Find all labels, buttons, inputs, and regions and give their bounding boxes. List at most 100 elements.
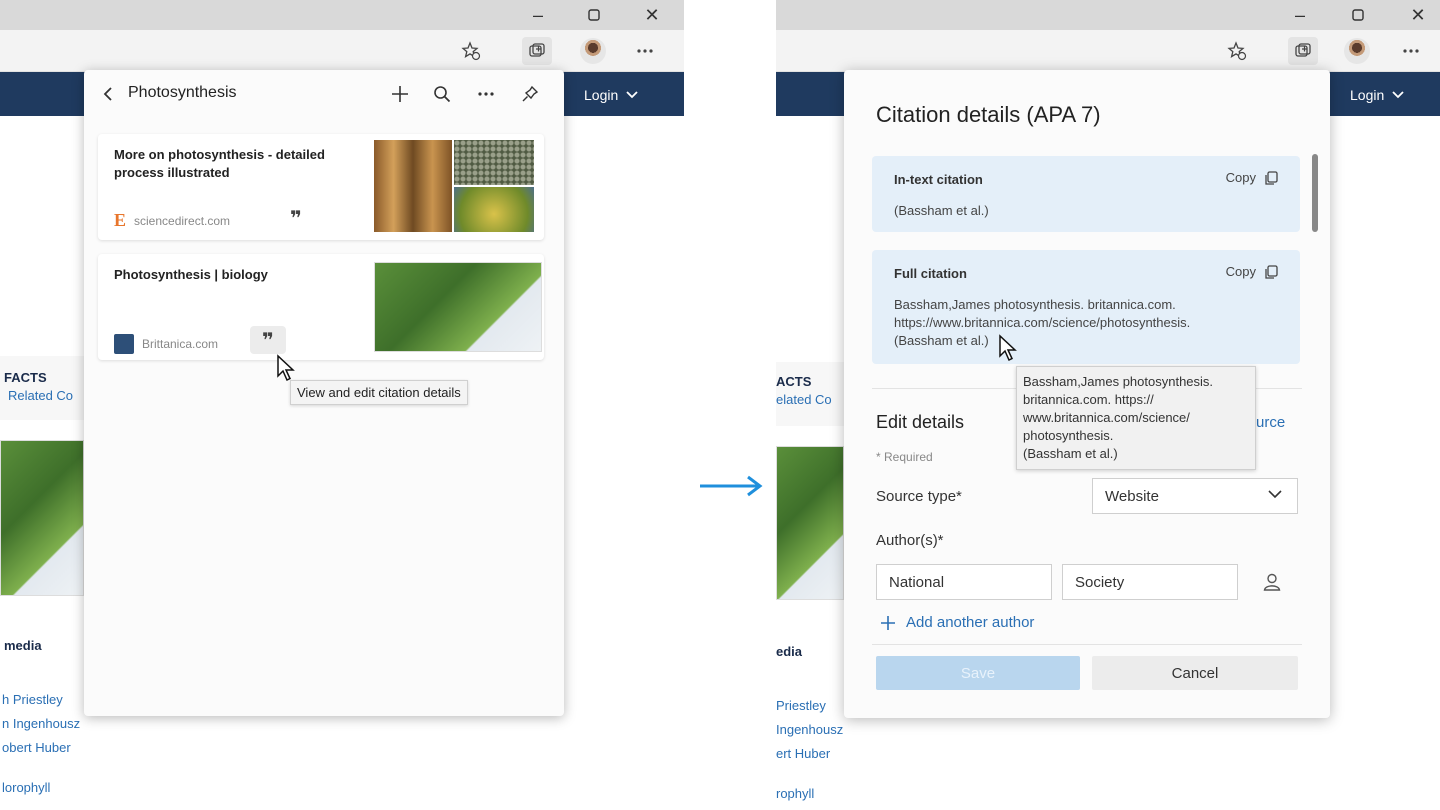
close-icon[interactable]: ✕ — [1390, 0, 1440, 30]
related-link-2[interactable]: Ingenhousz — [776, 722, 843, 737]
profile-avatar[interactable] — [580, 38, 606, 64]
sciencedirect-logo-icon: E — [114, 210, 127, 230]
add-icon[interactable] — [388, 82, 412, 106]
full-citation-tooltip: Bassham,James photosynthesis. britannica… — [1016, 366, 1256, 470]
back-chevron-icon[interactable] — [96, 82, 120, 106]
related-link-1[interactable]: Priestley — [776, 698, 826, 713]
cancel-button[interactable]: Cancel — [1092, 656, 1298, 690]
collection-item[interactable]: More on photosynthesis - detailed proces… — [98, 134, 544, 240]
maximize-icon[interactable] — [1330, 0, 1386, 30]
item-thumbnail-image — [374, 262, 542, 352]
related-link-4[interactable]: rophyll — [776, 786, 814, 801]
item-source: E sciencedirect.com — [114, 210, 230, 231]
related-content-link[interactable]: Related Co — [8, 388, 73, 403]
copy-icon — [1265, 264, 1278, 279]
related-content-link[interactable]: elated Co — [776, 392, 832, 407]
tooltip-line: (Bassham et al.) — [1023, 446, 1118, 461]
in-text-citation-box: In-text citation Copy (Bassham et al.) — [872, 156, 1300, 232]
flow-arrow-icon — [700, 475, 763, 497]
plus-icon — [881, 615, 895, 630]
browser-toolbar — [776, 30, 1440, 72]
in-text-citation-label: In-text citation — [894, 172, 983, 187]
copy-in-text-button[interactable]: Copy — [1226, 170, 1278, 185]
login-button[interactable]: Login — [584, 82, 638, 108]
minimize-icon[interactable]: – — [1272, 0, 1328, 30]
facts-heading: ACTS — [776, 374, 812, 389]
more-options-icon[interactable] — [474, 82, 498, 106]
item-source-label: sciencedirect.com — [134, 213, 231, 228]
source-type-value: Website — [1105, 487, 1159, 505]
login-button[interactable]: Login — [1350, 82, 1404, 108]
title-bar: – ✕ — [0, 0, 684, 30]
thumbnail-texture-image — [454, 140, 534, 185]
add-another-author-button[interactable]: Add another author — [880, 614, 1034, 631]
maximize-icon[interactable] — [566, 0, 622, 30]
media-heading: edia — [776, 644, 803, 659]
quote-icon[interactable]: ❞ — [250, 326, 286, 354]
save-button[interactable]: Save — [876, 656, 1080, 690]
facts-heading: FACTS — [4, 370, 47, 385]
copy-full-citation-button[interactable]: Copy — [1226, 264, 1278, 279]
mouse-cursor-icon — [277, 354, 295, 382]
item-source: Brittanica.com — [114, 334, 218, 354]
source-link[interactable]: urce — [1256, 414, 1285, 431]
item-title: Photosynthesis | biology — [114, 267, 268, 282]
full-citation-line: (Bassham et al.) — [894, 333, 989, 348]
item-title: More on photosynthesis - detailed proces… — [114, 147, 325, 180]
thumbnail-leaf-image — [454, 187, 534, 232]
favorites-star-icon[interactable] — [456, 37, 486, 65]
citation-title: Citation details (APA 7) — [876, 102, 1101, 127]
collections-icon[interactable] — [1288, 37, 1318, 65]
chevron-down-icon — [1392, 91, 1404, 99]
collection-item[interactable]: Photosynthesis | biology Brittanica.com … — [98, 254, 544, 360]
full-citation-label: Full citation — [894, 266, 967, 281]
source-type-select[interactable]: Website — [1092, 478, 1298, 514]
full-citation-box: Full citation Copy Bassham,James photosy… — [872, 250, 1300, 364]
item-source-label: Brittanica.com — [142, 337, 219, 351]
authors-label: Author(s)* — [876, 532, 944, 549]
title-bar: – ✕ — [776, 0, 1440, 30]
related-link-1[interactable]: h Priestley — [2, 692, 63, 707]
login-label: Login — [1350, 87, 1385, 103]
author-last-name-input[interactable] — [1062, 564, 1238, 600]
copy-label: Copy — [1225, 264, 1256, 279]
in-text-citation-text: (Bassham et al.) — [894, 203, 989, 218]
person-icon[interactable] — [1262, 572, 1282, 592]
source-type-label: Source type* — [876, 488, 962, 505]
mouse-cursor-icon — [999, 334, 1017, 362]
close-icon[interactable]: ✕ — [624, 0, 680, 30]
tooltip-line: Bassham,James photosynthesis. — [1023, 374, 1214, 389]
related-link-2[interactable]: n Ingenhousz — [2, 716, 80, 731]
media-heading: media — [4, 638, 42, 653]
thumbnail-cells-image — [374, 140, 452, 232]
minimize-icon[interactable]: – — [510, 0, 566, 30]
section-divider — [872, 644, 1302, 645]
related-link-4[interactable]: lorophyll — [2, 780, 50, 795]
collections-icon[interactable] — [522, 37, 552, 65]
full-citation-text: Bassham,James photosynthesis. britannica… — [894, 296, 1190, 350]
item-thumbnail — [374, 140, 534, 232]
author-first-name-input[interactable] — [876, 564, 1052, 600]
chevron-down-icon — [626, 91, 638, 99]
favorites-star-icon[interactable] — [1222, 37, 1252, 65]
quote-icon[interactable]: ❞ — [278, 204, 314, 232]
copy-label: Copy — [1225, 170, 1256, 185]
leaf-diagram-image — [776, 446, 844, 600]
related-link-3[interactable]: obert Huber — [2, 740, 71, 755]
britannica-logo-icon — [114, 334, 134, 354]
full-citation-line: https://www.britannica.com/science/photo… — [894, 315, 1191, 330]
required-note: * Required — [876, 450, 933, 464]
search-icon[interactable] — [430, 82, 454, 106]
tooltip-line: photosynthesis. — [1023, 428, 1114, 443]
tooltip-line: britannica.com. https:// — [1023, 392, 1154, 407]
login-label: Login — [584, 87, 619, 103]
leaf-diagram-image — [0, 440, 84, 596]
more-menu-icon[interactable] — [1396, 37, 1426, 65]
citation-tooltip: View and edit citation details — [290, 380, 468, 405]
profile-avatar[interactable] — [1344, 38, 1370, 64]
panel-scrollbar[interactable] — [1312, 154, 1318, 232]
more-menu-icon[interactable] — [630, 37, 660, 65]
related-link-3[interactable]: ert Huber — [776, 746, 830, 761]
pin-icon[interactable] — [518, 82, 542, 106]
collection-title: Photosynthesis — [128, 84, 237, 101]
